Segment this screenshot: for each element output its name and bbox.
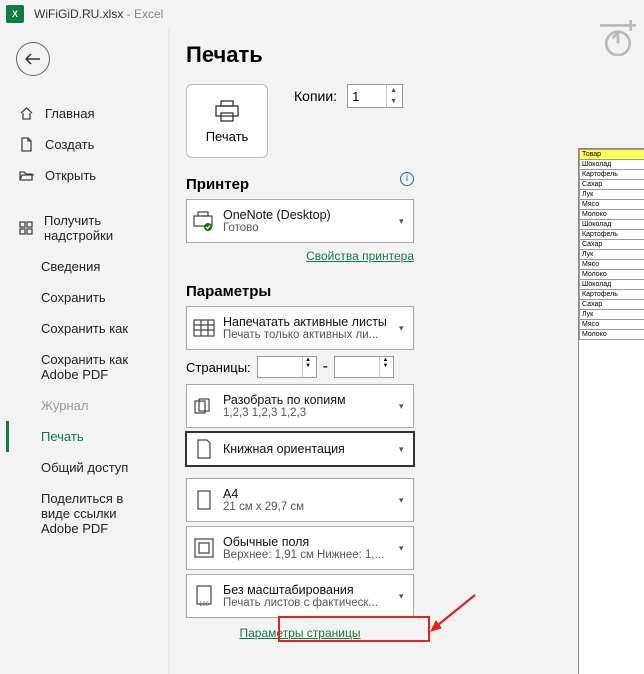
printer-icon	[191, 210, 217, 232]
preview-cell: Картофель	[580, 230, 644, 240]
window-title: WiFiGiD.RU.xlsx - Excel	[34, 7, 163, 21]
print-button[interactable]: Печать	[186, 84, 268, 158]
copies-up-icon[interactable]: ▲	[387, 85, 400, 96]
preview-cell: Лук	[580, 190, 644, 200]
scaling-icon: 100	[191, 585, 217, 607]
preview-cell: Сахар	[580, 300, 644, 310]
preview-cell: Сахар	[580, 240, 644, 250]
chevron-down-icon: ▾	[399, 401, 409, 412]
back-button[interactable]	[16, 42, 50, 76]
preview-cell: Лук	[580, 250, 644, 260]
excel-badge: X	[6, 5, 24, 23]
preview-cell: Картофель	[580, 290, 644, 300]
sidebar-item-addins[interactable]: Получить надстройки	[6, 205, 162, 251]
preview-cell: Мясо	[580, 260, 644, 270]
chevron-down-icon: ▾	[399, 543, 409, 554]
paper-dropdown[interactable]: A421 см x 29,7 см ▾	[186, 478, 414, 522]
chevron-down-icon: ▾	[399, 216, 409, 227]
addins-icon	[19, 221, 34, 236]
new-file-icon	[19, 137, 35, 152]
paper-icon	[191, 490, 217, 510]
sidebar-item-info[interactable]: Сведения	[6, 251, 162, 282]
params-heading: Параметры	[186, 283, 632, 300]
sidebar-item-history: Журнал	[6, 390, 162, 421]
sidebar-item-print[interactable]: Печать	[6, 421, 162, 452]
preview-cell: Молоко	[580, 210, 644, 220]
sidebar-item-home[interactable]: Главная	[6, 98, 162, 129]
preview-cell: Сахар	[580, 180, 644, 190]
copies-label: Копии:	[294, 88, 337, 104]
sheets-dropdown[interactable]: Напечатать активные листыПечать только а…	[186, 306, 414, 350]
preview-cell: Мясо	[580, 320, 644, 330]
printer-heading: Принтер	[186, 176, 249, 193]
scaling-dropdown[interactable]: 100 Без масштабированияПечать листов с ф…	[186, 574, 414, 618]
sidebar-item-open[interactable]: Открыть	[6, 160, 162, 191]
chevron-down-icon: ▾	[399, 495, 409, 506]
printer-properties-link[interactable]: Свойства принтера	[306, 249, 414, 263]
collate-dropdown[interactable]: Разобрать по копиям1,2,3 1,2,3 1,2,3 ▾	[186, 384, 414, 428]
sheets-icon	[191, 319, 217, 337]
preview-cell: Молоко	[580, 270, 644, 280]
portrait-icon	[191, 439, 217, 459]
info-icon[interactable]: i	[400, 172, 414, 186]
margins-dropdown[interactable]: Обычные поляВерхнее: 1,91 см Нижнее: 1,.…	[186, 526, 414, 570]
sidebar-item-save[interactable]: Сохранить	[6, 282, 162, 313]
page-setup-link[interactable]: Параметры страницы	[240, 626, 361, 640]
preview-cell: Лук	[580, 310, 644, 320]
pages-to[interactable]: ▲▼	[334, 356, 394, 378]
sidebar-item-share[interactable]: Общий доступ	[6, 452, 162, 483]
sidebar-item-saveas[interactable]: Сохранить как	[6, 313, 162, 344]
sidebar-item-savepdf[interactable]: Сохранить как Adobe PDF	[6, 344, 162, 390]
pages-from[interactable]: ▲▼	[257, 356, 317, 378]
preview-cell: Картофель	[580, 170, 644, 180]
sidebar-item-new[interactable]: Создать	[6, 129, 162, 160]
chevron-down-icon: ▾	[399, 323, 409, 334]
chevron-down-icon: ▾	[399, 591, 409, 602]
chevron-down-icon: ▾	[399, 444, 409, 455]
copies-spinner[interactable]: ▲▼	[347, 84, 403, 108]
preview-cell: Шоколад	[580, 220, 644, 230]
page-title: Печать	[186, 42, 632, 68]
print-preview: Товар ШоколадКартофельСахарЛукМясоМолоко…	[578, 148, 644, 674]
copies-down-icon[interactable]: ▼	[387, 96, 400, 107]
copies-input[interactable]	[348, 87, 386, 106]
margins-icon	[191, 538, 217, 558]
orientation-dropdown[interactable]: Книжная ориентация ▾	[186, 432, 414, 466]
pages-label: Страницы:	[186, 360, 251, 375]
preview-cell: Мясо	[580, 200, 644, 210]
collate-icon	[191, 397, 217, 415]
preview-cell: Молоко	[580, 330, 644, 340]
folder-open-icon	[19, 168, 35, 183]
home-icon	[19, 106, 35, 121]
printer-dropdown[interactable]: OneNote (Desktop)Готово ▾	[186, 199, 414, 243]
sidebar-item-sharelink[interactable]: Поделиться в виде ссылки Adobe PDF	[6, 483, 162, 544]
svg-text:100: 100	[199, 602, 210, 607]
preview-cell: Шоколад	[580, 160, 644, 170]
preview-cell: Шоколад	[580, 280, 644, 290]
